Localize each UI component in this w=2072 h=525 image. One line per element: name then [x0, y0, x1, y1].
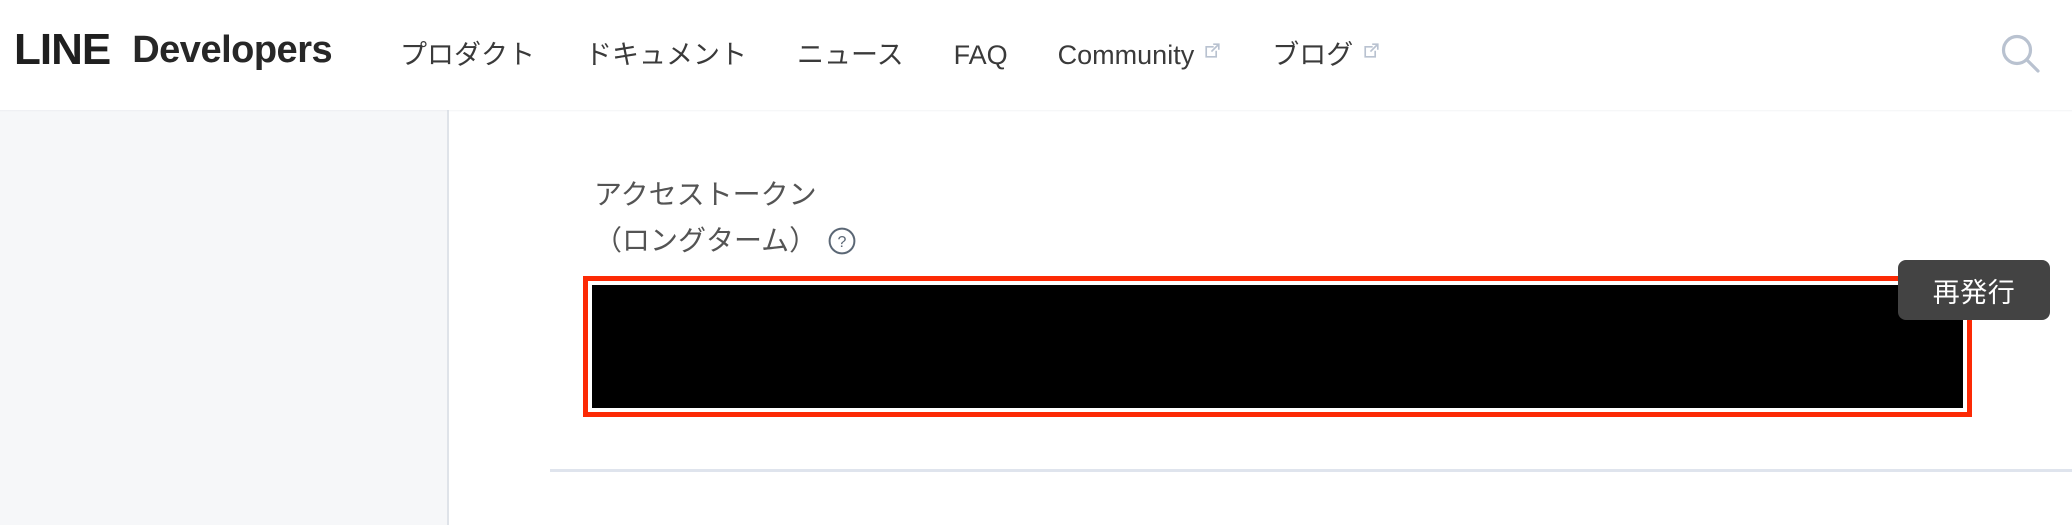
nav-item-label: FAQ: [953, 39, 1008, 70]
nav-item-label: プロダクト: [400, 39, 535, 70]
brand-developers-wordmark: Developers: [132, 29, 333, 71]
nav-item-blog[interactable]: ブログ: [1272, 41, 1381, 70]
reissue-button[interactable]: 再発行: [1898, 260, 2050, 320]
nav-item-label: ニュース: [797, 39, 904, 70]
access-token-value-redacted[interactable]: [592, 285, 1963, 408]
brand-line-wordmark: LINE: [14, 25, 111, 74]
section-divider: [550, 469, 2072, 472]
brand-logo[interactable]: LINE Developers: [14, 22, 333, 78]
nav-item-products[interactable]: プロダクト: [400, 39, 535, 70]
main-content: アクセストークン （ロングターム） ? 再発行: [451, 110, 2072, 525]
nav-item-community[interactable]: Community: [1058, 41, 1223, 70]
external-link-icon: [1362, 41, 1381, 60]
site-header: LINE Developers プロダクト ドキュメント ニュース FAQ Co…: [0, 0, 2072, 110]
access-token-label-line2: （ロングターム）: [594, 225, 818, 256]
nav-item-label: Community: [1057, 39, 1195, 70]
nav-item-label: ブログ: [1272, 39, 1354, 70]
access-token-label: アクセストークン （ロングターム） ?: [594, 172, 954, 264]
nav-item-faq[interactable]: FAQ: [953, 39, 1008, 70]
nav-item-label: ドキュメント: [585, 39, 747, 70]
nav-item-documents[interactable]: ドキュメント: [585, 39, 747, 70]
external-link-icon: [1203, 41, 1222, 60]
question-mark-circle-icon[interactable]: ?: [827, 226, 857, 256]
access-token-label-line1: アクセストークン: [594, 179, 817, 210]
sidebar: [0, 110, 449, 525]
access-token-annotation-highlight: [583, 276, 1972, 417]
svg-text:?: ?: [838, 234, 847, 251]
search-icon[interactable]: [1990, 24, 2052, 86]
main-navigation: プロダクト ドキュメント ニュース FAQ Community ブログ: [400, 0, 1381, 110]
nav-item-news[interactable]: ニュース: [797, 39, 904, 70]
